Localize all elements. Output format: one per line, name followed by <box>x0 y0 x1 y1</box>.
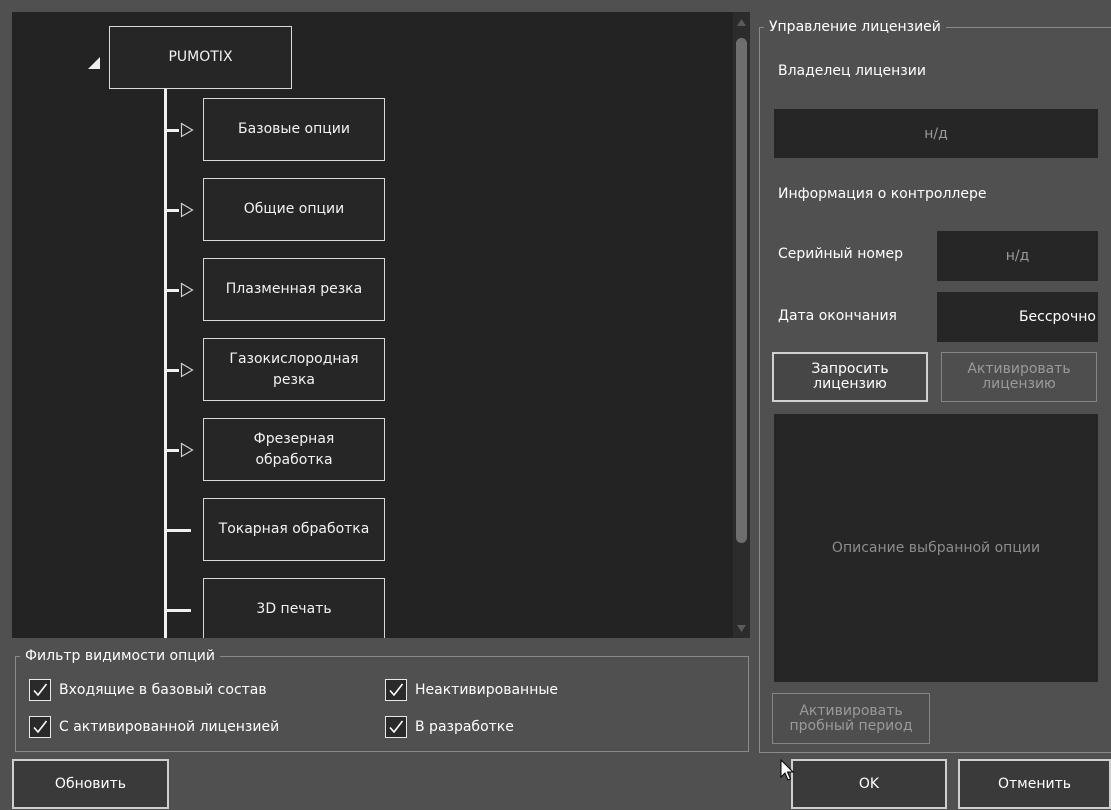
tree-branch-line <box>164 449 179 452</box>
checkbox-checked-icon[interactable] <box>385 679 407 701</box>
filter-option-inactive[interactable]: Неактивированные <box>385 679 558 701</box>
activate-trial-label: Активировать пробный период <box>789 702 913 734</box>
tree-node-label: Базовые опции <box>237 121 350 137</box>
option-description-box: Описание выбранной опции <box>774 414 1098 682</box>
filter-option-in-development[interactable]: В разработке <box>385 716 514 738</box>
collapse-triangle-icon[interactable] <box>88 54 100 69</box>
serial-number-value: н/д <box>1005 248 1030 264</box>
scrollbar-thumb[interactable] <box>736 38 747 543</box>
checkbox-checked-icon[interactable] <box>385 716 407 738</box>
tree-scrollbar[interactable] <box>733 12 750 638</box>
expand-triangle-icon[interactable] <box>180 122 194 138</box>
filter-option-base-included[interactable]: Входящие в базовый состав <box>29 679 267 701</box>
tree-node-label: Фрезерная обработка <box>253 430 335 468</box>
tree-connector-line <box>164 89 167 638</box>
mouse-pointer-icon <box>780 758 796 783</box>
checkbox-label: В разработке <box>415 719 514 735</box>
option-description-placeholder: Описание выбранной опции <box>831 540 1041 556</box>
tree-node-3d-printing[interactable]: 3D печать <box>203 578 385 638</box>
tree-node-general-options[interactable]: Общие опции <box>203 178 385 241</box>
license-owner-label: Владелец лицензии <box>778 63 926 79</box>
license-owner-field: н/д <box>774 109 1098 158</box>
visibility-filter-group: Фильтр видимости опций Входящие в базовы… <box>15 648 749 752</box>
refresh-button-label: Обновить <box>54 776 127 792</box>
scroll-down-arrow-icon[interactable] <box>733 618 750 638</box>
activate-license-label: Активировать лицензию <box>967 361 1071 392</box>
tree-node-milling[interactable]: Фрезерная обработка <box>203 418 385 481</box>
activate-trial-button[interactable]: Активировать пробный период <box>772 693 930 744</box>
tree-root-node[interactable]: PUMOTIX <box>109 26 292 89</box>
ok-button[interactable]: OK <box>791 759 947 809</box>
license-management-group: Управление лицензией Владелец лицензии н… <box>759 19 1111 753</box>
expand-triangle-icon[interactable] <box>180 282 194 298</box>
request-license-label: Запросить лицензию <box>811 361 889 392</box>
expiry-date-value: Бессрочно <box>1018 309 1096 325</box>
tree-branch-line <box>164 609 191 612</box>
checkbox-label: Входящие в базовый состав <box>59 682 267 698</box>
expand-triangle-icon[interactable] <box>180 362 194 378</box>
tree-node-base-options[interactable]: Базовые опции <box>203 98 385 161</box>
tree-branch-line <box>164 529 191 532</box>
controller-info-label: Информация о контроллере <box>778 186 987 202</box>
tree-node-oxyfuel-cutting[interactable]: Газокислородная резка <box>203 338 385 401</box>
checkbox-checked-icon[interactable] <box>29 716 51 738</box>
filter-group-title: Фильтр видимости опций <box>20 648 220 664</box>
filter-option-licensed[interactable]: С активированной лицензией <box>29 716 279 738</box>
tree-node-plasma-cutting[interactable]: Плазменная резка <box>203 258 385 321</box>
tree-root-label: PUMOTIX <box>168 49 233 65</box>
cancel-button-label: Отменить <box>997 776 1071 792</box>
activate-license-button[interactable]: Активировать лицензию <box>941 352 1097 402</box>
checkbox-label: С активированной лицензией <box>59 719 280 735</box>
refresh-button[interactable]: Обновить <box>12 759 169 809</box>
tree-node-label: Плазменная резка <box>225 281 363 297</box>
ok-button-label: OK <box>858 776 880 792</box>
license-owner-value: н/д <box>924 125 948 142</box>
tree-branch-line <box>164 289 179 292</box>
expand-triangle-icon[interactable] <box>180 442 194 458</box>
serial-number-field: н/д <box>937 231 1098 281</box>
tree-branch-line <box>164 129 179 132</box>
expiry-date-field: Бессрочно <box>937 292 1098 342</box>
tree-branch-line <box>164 209 179 212</box>
checkbox-label: Неактивированные <box>415 682 559 698</box>
checkbox-checked-icon[interactable] <box>29 679 51 701</box>
tree-node-turning[interactable]: Токарная обработка <box>203 498 385 561</box>
request-license-button[interactable]: Запросить лицензию <box>772 352 928 402</box>
serial-number-label: Серийный номер <box>778 246 904 262</box>
tree-node-label: Токарная обработка <box>218 521 370 537</box>
tree-node-label: Газокислородная резка <box>229 350 359 388</box>
license-group-title: Управление лицензией <box>764 19 946 35</box>
tree-node-label: 3D печать <box>256 601 332 617</box>
tree-node-label: Общие опции <box>243 201 345 217</box>
cancel-button[interactable]: Отменить <box>958 759 1111 809</box>
tree-branch-line <box>164 369 179 372</box>
options-tree-panel[interactable]: PUMOTIX Базовые опции Общие опции Плазме… <box>12 12 750 638</box>
expand-triangle-icon[interactable] <box>180 202 194 218</box>
scroll-up-arrow-icon[interactable] <box>733 12 750 32</box>
expiry-date-label: Дата окончания <box>778 308 897 324</box>
